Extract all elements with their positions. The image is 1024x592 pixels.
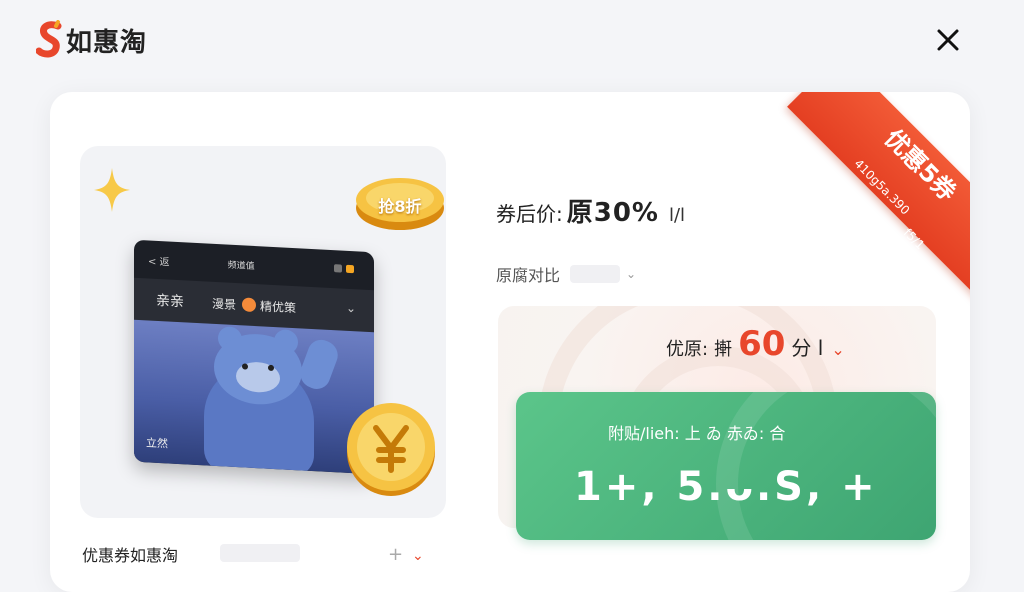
app-name: 如惠淘 [66, 27, 148, 58]
coupon-prefix: 搟 [714, 339, 733, 360]
claim-label: 附贴/lieh: 上 ゐ 赤ゐ: 合 [608, 424, 786, 443]
coupon-amount-row[interactable]: 优原: 搟 60 分 l ⌄ [666, 324, 845, 364]
chevron-down-icon: ⌄ [345, 300, 356, 316]
coupon-ribbon: 优惠5券 410g5a.390 f5/1 [740, 92, 970, 322]
claim-coupon-button[interactable]: 附贴/lieh: 上 ゐ 赤ゐ: 合 1+, 5.ᴗ.S, + [516, 392, 936, 540]
after-coupon-price: 券后价: 原30% l/l [496, 192, 685, 229]
chevron-down-icon: ⌄ [626, 267, 637, 281]
yen-coin-icon [347, 403, 435, 496]
discount-coin-badge: 抢8折 [378, 197, 422, 216]
tablet-illustration: < 返 频道值 亲亲 漫景 精优策 ⌄ 立然 [134, 239, 374, 475]
tablet-menu-item: 漫景 [212, 296, 237, 312]
tablet-status-icons [334, 264, 364, 276]
blurred-text [220, 544, 300, 562]
tablet-menu-item: 精优策 [260, 298, 297, 315]
app-logo: 如惠淘 [36, 18, 147, 62]
tablet-status-icon [334, 264, 342, 273]
tablet-back: < 返 [148, 255, 170, 269]
sparkle-icon [94, 168, 130, 212]
price-label: 券后价: [496, 202, 563, 226]
price-unit: l/l [668, 205, 686, 226]
coupon-label: 优原: [666, 339, 709, 360]
blurred-text [570, 265, 621, 283]
chevron-down-icon[interactable]: ⌄ [412, 548, 424, 564]
coupon-value: 60 [738, 324, 786, 364]
product-promo-image: < 返 频道值 亲亲 漫景 精优策 ⌄ 立然 抢8折 [80, 146, 446, 518]
peach-icon [242, 297, 257, 313]
original-price-compare[interactable]: 原腐对比 ⌄ [496, 262, 636, 286]
coupon-card: < 返 频道值 亲亲 漫景 精优策 ⌄ 立然 抢8折 优惠券如惠淘 + ⌄ 券后… [50, 92, 970, 592]
logo-s-icon [36, 20, 62, 58]
plus-icon[interactable]: + [388, 544, 403, 565]
top-bar: 如惠淘 [0, 0, 1024, 80]
promo-label: 优惠券如惠淘 [82, 546, 179, 565]
tablet-menu-item: 亲亲 [156, 292, 184, 311]
original-price-label: 原腐对比 [496, 266, 561, 285]
tablet-bottom-text: 立然 [146, 436, 168, 451]
coupon-unit: 分 l [791, 336, 824, 360]
bear-mascot: 立然 [134, 319, 374, 475]
close-icon[interactable] [928, 20, 968, 60]
chevron-down-icon: ⌄ [831, 340, 845, 359]
tablet-title: 频道值 [227, 260, 255, 272]
claim-value: 1+, 5.ᴗ.S, + [574, 464, 878, 510]
price-value: 原30% [566, 198, 659, 228]
tablet-status-icon [346, 264, 354, 274]
